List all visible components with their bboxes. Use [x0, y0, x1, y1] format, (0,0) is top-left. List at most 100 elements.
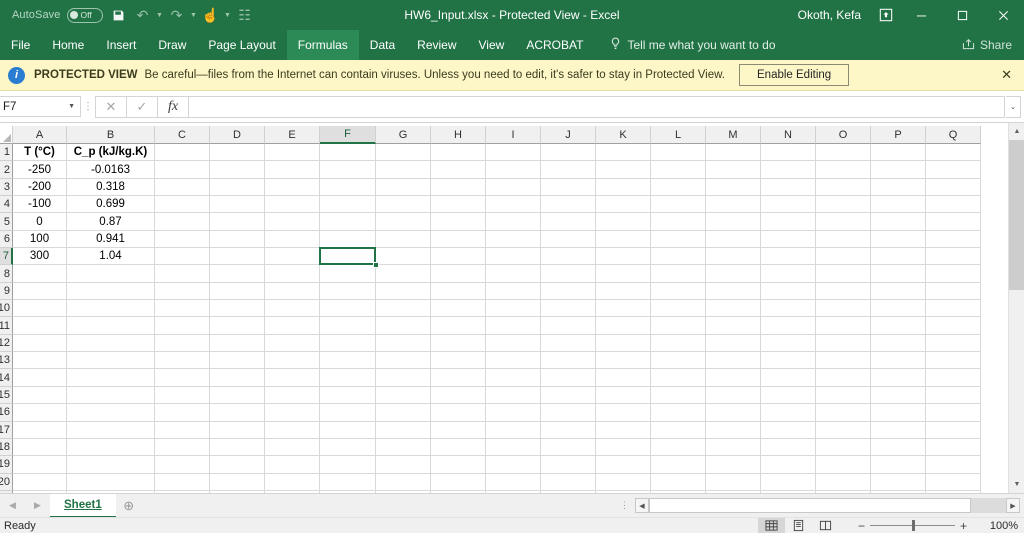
row-header-3[interactable]: 3 [0, 178, 13, 197]
cell-K18[interactable] [596, 438, 651, 457]
cell-J9[interactable] [541, 282, 596, 301]
cell-F14[interactable] [320, 369, 376, 387]
cell-B20[interactable] [67, 473, 155, 491]
cancel-formula-icon[interactable]: ✕ [95, 95, 126, 118]
cell-E12[interactable] [265, 334, 320, 353]
share-button[interactable]: Share [962, 30, 1024, 60]
expand-formula-bar-icon[interactable]: ⌄ [1006, 95, 1021, 118]
column-header-q[interactable]: Q [926, 126, 981, 144]
cell-H15[interactable] [431, 386, 486, 405]
cell-Q15[interactable] [926, 386, 981, 405]
cell-A10[interactable] [13, 300, 67, 318]
cell-P19[interactable] [871, 456, 926, 474]
column-header-l[interactable]: L [651, 126, 706, 144]
cell-D13[interactable] [210, 352, 265, 370]
cell-Q11[interactable] [926, 317, 981, 335]
cell-O3[interactable] [816, 178, 871, 197]
cell-L15[interactable] [651, 386, 706, 405]
cell-K20[interactable] [596, 473, 651, 491]
cell-J17[interactable] [541, 421, 596, 439]
cell-N1[interactable] [761, 144, 816, 162]
cell-F8[interactable] [320, 265, 376, 283]
sheet-tab-sheet1[interactable]: Sheet1 [50, 493, 116, 518]
cell-F19[interactable] [320, 456, 376, 474]
cell-H1[interactable] [431, 144, 486, 162]
cell-D19[interactable] [210, 456, 265, 474]
cell-Q16[interactable] [926, 404, 981, 422]
cell-K17[interactable] [596, 421, 651, 439]
cell-D3[interactable] [210, 178, 265, 197]
cell-N17[interactable] [761, 421, 816, 439]
cell-O19[interactable] [816, 456, 871, 474]
cell-A9[interactable] [13, 282, 67, 301]
cell-Q2[interactable] [926, 161, 981, 179]
cell-M14[interactable] [706, 369, 761, 387]
cell-B8[interactable] [67, 265, 155, 283]
row-header-13[interactable]: 13 [0, 352, 13, 370]
account-name[interactable]: Okoth, Kefa [788, 8, 871, 22]
row-header-17[interactable]: 17 [0, 421, 13, 439]
cell-E6[interactable] [265, 230, 320, 249]
cell-B16[interactable] [67, 404, 155, 422]
cell-F13[interactable] [320, 352, 376, 370]
cell-A7[interactable]: 300 [13, 248, 67, 266]
cell-B13[interactable] [67, 352, 155, 370]
cell-B2[interactable]: -0.0163 [67, 161, 155, 179]
cell-Q3[interactable] [926, 178, 981, 197]
cell-O5[interactable] [816, 213, 871, 231]
row-header-11[interactable]: 11 [0, 317, 13, 335]
cell-M6[interactable] [706, 230, 761, 249]
cell-P17[interactable] [871, 421, 926, 439]
cell-M9[interactable] [706, 282, 761, 301]
cell-Q18[interactable] [926, 438, 981, 457]
cell-O11[interactable] [816, 317, 871, 335]
cell-B12[interactable] [67, 334, 155, 353]
cell-L11[interactable] [651, 317, 706, 335]
zoom-slider[interactable] [870, 518, 955, 533]
cell-E13[interactable] [265, 352, 320, 370]
row-header-8[interactable]: 8 [0, 265, 13, 283]
cell-L1[interactable] [651, 144, 706, 162]
insert-function-icon[interactable]: fx [157, 95, 188, 118]
cell-L6[interactable] [651, 230, 706, 249]
cell-E20[interactable] [265, 473, 320, 491]
touch-mode-dropdown-icon[interactable]: ▼ [223, 3, 233, 27]
cell-O14[interactable] [816, 369, 871, 387]
cell-K1[interactable] [596, 144, 651, 162]
zoom-control[interactable]: − + 100% [839, 518, 1018, 533]
column-header-c[interactable]: C [155, 126, 210, 144]
cell-A16[interactable] [13, 404, 67, 422]
cell-K8[interactable] [596, 265, 651, 283]
cell-C18[interactable] [155, 438, 210, 457]
cell-D12[interactable] [210, 334, 265, 353]
chevron-down-icon[interactable]: ▼ [68, 103, 75, 110]
autosave-toggle[interactable]: AutoSave Off [8, 4, 107, 26]
cell-A17[interactable] [13, 421, 67, 439]
cell-K13[interactable] [596, 352, 651, 370]
cell-P3[interactable] [871, 178, 926, 197]
cell-N8[interactable] [761, 265, 816, 283]
cell-H10[interactable] [431, 300, 486, 318]
cell-B17[interactable] [67, 421, 155, 439]
cell-I5[interactable] [486, 213, 541, 231]
column-header-n[interactable]: N [761, 126, 816, 144]
cell-B7[interactable]: 1.04 [67, 248, 155, 266]
cell-C3[interactable] [155, 178, 210, 197]
cell-E2[interactable] [265, 161, 320, 179]
cell-O12[interactable] [816, 334, 871, 353]
cell-H14[interactable] [431, 369, 486, 387]
cell-L7[interactable] [651, 248, 706, 266]
cell-E15[interactable] [265, 386, 320, 405]
cell-O15[interactable] [816, 386, 871, 405]
cell-D17[interactable] [210, 421, 265, 439]
cell-F17[interactable] [320, 421, 376, 439]
cell-J14[interactable] [541, 369, 596, 387]
cell-D2[interactable] [210, 161, 265, 179]
cell-A13[interactable] [13, 352, 67, 370]
cell-Q6[interactable] [926, 230, 981, 249]
cell-J19[interactable] [541, 456, 596, 474]
cell-M1[interactable] [706, 144, 761, 162]
cell-K10[interactable] [596, 300, 651, 318]
cell-J1[interactable] [541, 144, 596, 162]
cell-I18[interactable] [486, 438, 541, 457]
